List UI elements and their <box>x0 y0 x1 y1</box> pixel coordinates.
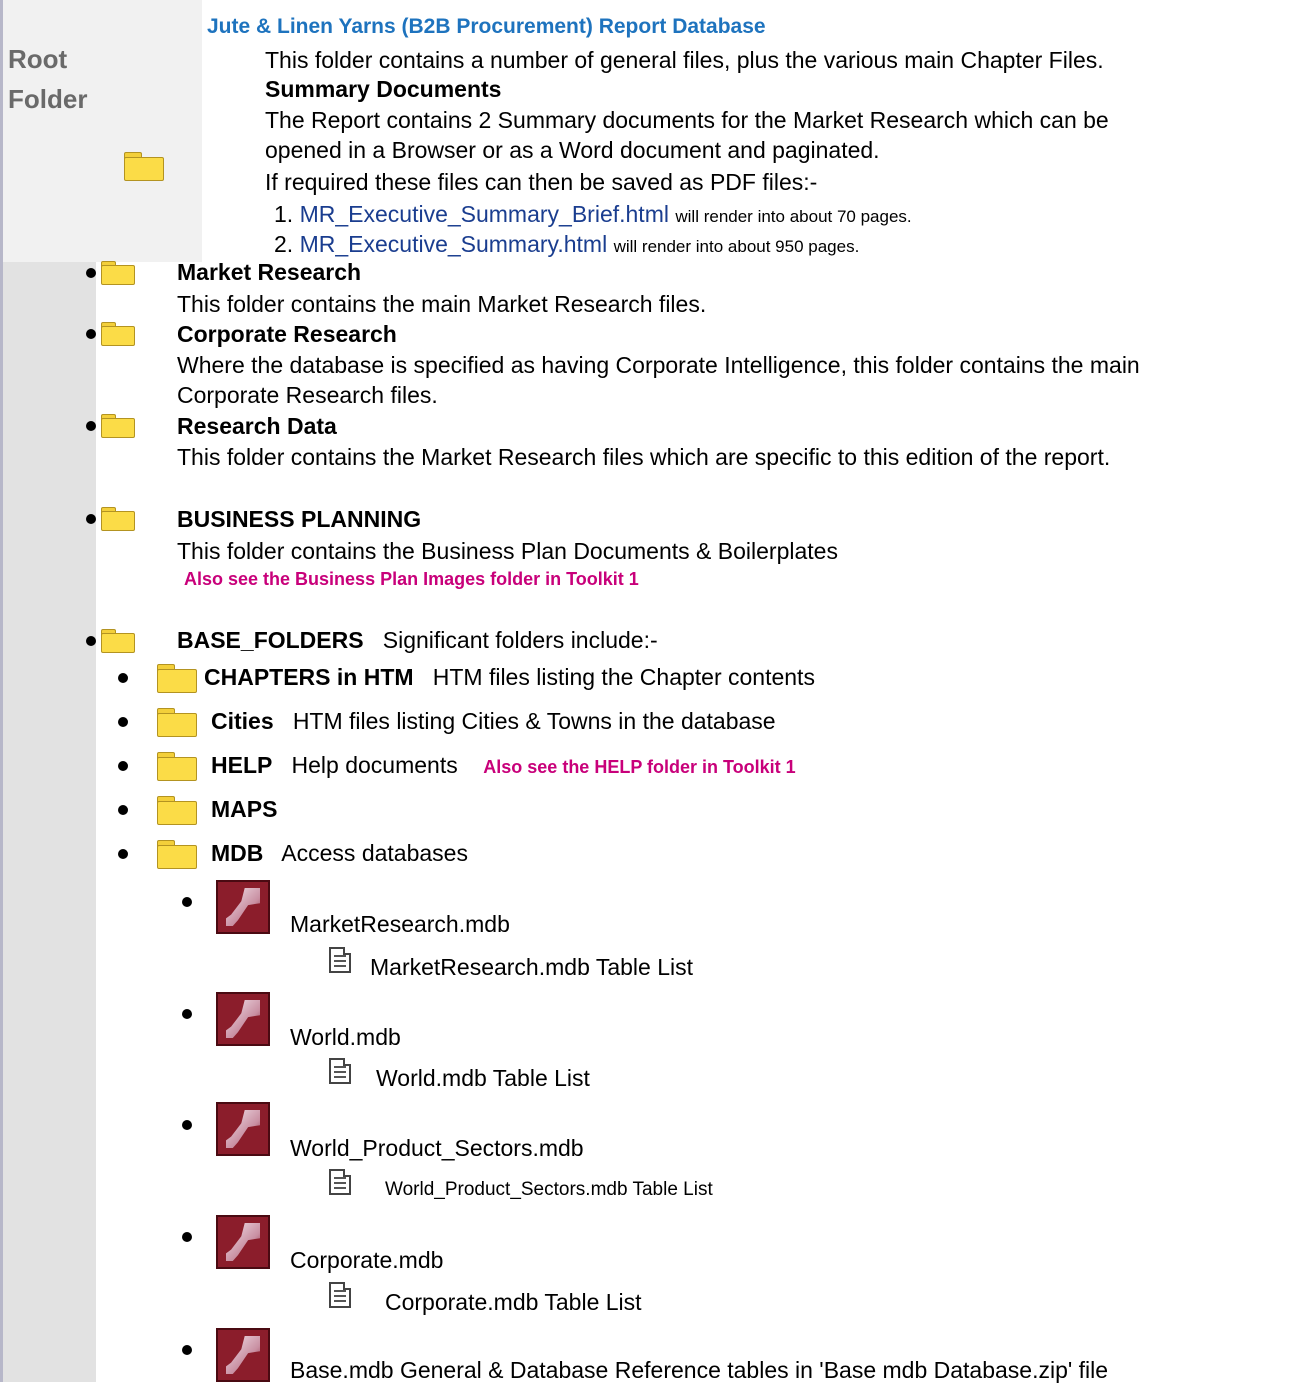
folder-description: Corporate Research files. <box>177 382 438 408</box>
access-database-icon[interactable] <box>216 880 270 934</box>
table-list-link[interactable]: MarketResearch.mdb Table List <box>370 953 693 981</box>
folder-icon[interactable] <box>157 708 197 737</box>
database-file[interactable]: MarketResearch.mdb <box>290 910 510 938</box>
bullet <box>182 897 192 907</box>
bullet <box>182 1009 192 1019</box>
subfolder-cities-row: Cities HTM files listing Cities & Towns … <box>211 707 776 735</box>
bullet <box>182 1120 192 1130</box>
summary-full-link[interactable]: MR_Executive_Summary.html <box>300 231 608 257</box>
folder-icon[interactable] <box>101 629 135 653</box>
root-folder-panel <box>3 0 202 262</box>
folder-icon[interactable] <box>101 414 135 438</box>
folder-icon[interactable] <box>157 796 197 825</box>
root-label-line2: Folder <box>8 84 88 114</box>
tree-gutter <box>3 262 96 1382</box>
database-file[interactable]: World.mdb <box>290 1023 401 1051</box>
root-label-line1: Root <box>8 44 68 74</box>
folder-description: This folder contains the main Market Res… <box>177 291 707 317</box>
subfolder-cities[interactable]: Cities <box>211 708 274 734</box>
summary-text-2: opened in a Browser or as a Word documen… <box>265 137 880 163</box>
bullet <box>118 761 128 771</box>
access-database-icon[interactable] <box>216 1328 270 1382</box>
folder-base-folders[interactable]: BASE_FOLDERS <box>177 627 364 653</box>
summary-file-item: 1. MR_Executive_Summary_Brief.html will … <box>274 200 912 231</box>
subfolder-description: Help documents <box>291 752 458 778</box>
document-icon[interactable] <box>329 1169 351 1195</box>
folder-icon[interactable] <box>101 322 135 346</box>
table-list-link[interactable]: World.mdb Table List <box>376 1064 590 1092</box>
bullet <box>118 673 128 683</box>
document-icon[interactable] <box>329 1282 351 1308</box>
document-icon[interactable] <box>329 947 351 973</box>
page-title[interactable]: Jute & Linen Yarns (B2B Procurement) Rep… <box>207 15 766 39</box>
document-icon[interactable] <box>329 1058 351 1084</box>
toolkit-note[interactable]: Also see the Business Plan Images folder… <box>184 569 639 590</box>
table-list-link[interactable]: World_Product_Sectors.mdb Table List <box>385 1179 713 1201</box>
subfolder-help[interactable]: HELP <box>211 752 272 778</box>
folder-description: Significant folders include:- <box>382 627 658 653</box>
access-database-icon[interactable] <box>216 1215 270 1269</box>
toolkit-note[interactable]: Also see the HELP folder in Toolkit 1 <box>483 757 795 777</box>
bullet <box>118 849 128 859</box>
summary-text-1: The Report contains 2 Summary documents … <box>265 107 1109 133</box>
folder-icon[interactable] <box>157 752 197 781</box>
folder-icon[interactable] <box>101 261 135 285</box>
folder-base-folders-row: BASE_FOLDERS Significant folders include… <box>177 626 658 654</box>
access-database-icon[interactable] <box>216 992 270 1046</box>
bullet <box>86 421 96 431</box>
bullet <box>86 514 96 524</box>
database-file[interactable]: Corporate.mdb <box>290 1246 443 1274</box>
folder-icon[interactable] <box>157 840 197 869</box>
database-file[interactable]: Base.mdb General & Database Reference ta… <box>290 1356 1108 1384</box>
folder-corporate-research[interactable]: Corporate Research <box>177 320 397 348</box>
bullet <box>182 1345 192 1355</box>
subfolder-chapters[interactable]: CHAPTERS in HTM <box>204 664 414 690</box>
subfolder-description: Access databases <box>281 840 468 866</box>
list-number: 2. <box>274 231 294 257</box>
subfolder-maps[interactable]: MAPS <box>211 795 277 823</box>
folder-market-research[interactable]: Market Research <box>177 258 361 286</box>
subfolder-description: HTM files listing the Chapter contents <box>432 664 815 690</box>
subfolder-description: HTM files listing Cities & Towns in the … <box>292 708 776 734</box>
bullet <box>86 636 96 646</box>
subfolder-chapters-row: CHAPTERS in HTM HTM files listing the Ch… <box>204 663 815 691</box>
summary-file-note: will render into about 70 pages. <box>675 207 912 226</box>
subfolder-mdb-row: MDB Access databases <box>211 839 468 867</box>
table-list-link[interactable]: Corporate.mdb Table List <box>385 1288 642 1316</box>
summary-text-3: If required these files can then be save… <box>265 169 818 195</box>
summary-file-note: will render into about 950 pages. <box>613 237 860 256</box>
root-folder-icon[interactable] <box>124 152 164 181</box>
bullet <box>118 805 128 815</box>
bullet <box>86 329 96 339</box>
subfolder-mdb[interactable]: MDB <box>211 840 263 866</box>
bullet <box>118 717 128 727</box>
summary-brief-link[interactable]: MR_Executive_Summary_Brief.html <box>300 201 669 227</box>
database-file[interactable]: World_Product_Sectors.mdb <box>290 1134 584 1162</box>
root-description: This folder contains a number of general… <box>265 47 1104 73</box>
bullet <box>182 1232 192 1242</box>
folder-description: Where the database is specified as havin… <box>177 352 1140 378</box>
summary-heading: Summary Documents <box>265 76 502 102</box>
folder-description: This folder contains the Market Research… <box>177 444 1111 470</box>
list-number: 1. <box>274 201 294 227</box>
summary-file-item: 2. MR_Executive_Summary.html will render… <box>274 230 859 261</box>
folder-icon[interactable] <box>157 664 197 693</box>
access-database-icon[interactable] <box>216 1102 270 1156</box>
folder-research-data[interactable]: Research Data <box>177 412 337 440</box>
folder-icon[interactable] <box>101 507 135 531</box>
bullet <box>86 268 96 278</box>
subfolder-help-row: HELP Help documents Also see the HELP fo… <box>211 751 796 781</box>
folder-business-planning[interactable]: BUSINESS PLANNING <box>177 505 421 533</box>
folder-description: This folder contains the Business Plan D… <box>177 538 838 564</box>
